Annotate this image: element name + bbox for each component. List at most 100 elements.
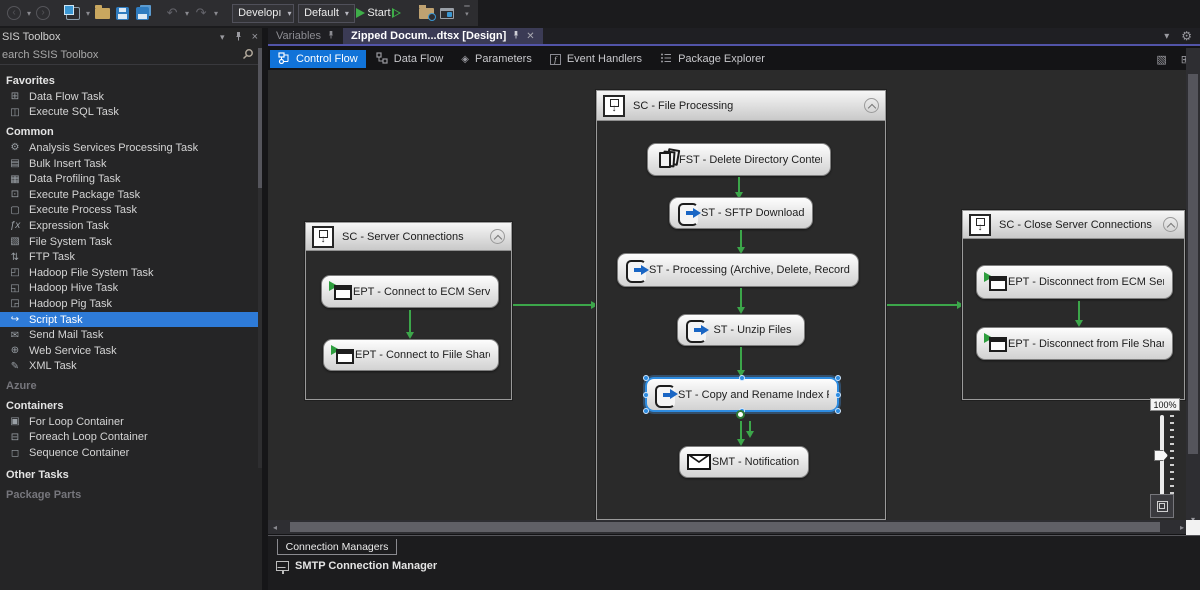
new-project-button[interactable] (64, 3, 81, 23)
selection-handle[interactable] (835, 391, 841, 398)
window-position-button[interactable]: ▾ (220, 32, 225, 43)
precedence-arrow[interactable] (737, 288, 745, 314)
connection-managers-tab[interactable]: Connection Managers (277, 539, 397, 555)
toolbox-item-expression[interactable]: ƒx Expression Task (0, 218, 262, 234)
precedence-arrow[interactable] (1075, 301, 1083, 327)
gear-icon[interactable]: ⚙ (1181, 29, 1192, 43)
undo-button[interactable]: ↶ (164, 3, 180, 23)
selection-handle[interactable] (835, 408, 841, 414)
open-file-button[interactable] (94, 3, 110, 23)
collapse-chevron-icon[interactable] (1163, 217, 1178, 232)
toolbox-item-send-mail[interactable]: ✉ Send Mail Task (0, 327, 262, 343)
tab-parameters[interactable]: ◈ Parameters (453, 50, 540, 68)
selection-handle[interactable] (739, 375, 745, 381)
toolbox-item-script-task[interactable]: ↪ Script Task (0, 311, 262, 328)
task-disconnect-file-share[interactable]: EPT - Disconnect from File Share (976, 327, 1173, 360)
toolbox-item-web-service[interactable]: ⊕ Web Service Task (0, 343, 262, 359)
pin-icon[interactable] (234, 31, 243, 43)
toolbox-item-foreach-loop[interactable]: ⊟ Foreach Loop Container (0, 430, 262, 446)
toolbox-search-input[interactable]: earch SSIS Toolbox (0, 46, 262, 65)
close-icon[interactable]: × (252, 31, 258, 43)
precedence-arrow[interactable] (737, 230, 745, 254)
selection-handle[interactable] (643, 375, 649, 381)
task-processing-archive-delete-log[interactable]: ST - Processing (Archive, Delete, Record… (617, 253, 859, 287)
connection-manager-item[interactable]: SMTP Connection Manager (276, 560, 437, 574)
task-disconnect-ecm-server[interactable]: EPT - Disconnect from ECM Server (976, 265, 1173, 299)
precedence-arrow[interactable] (406, 310, 414, 339)
annotations-icon[interactable]: ▧ (1156, 53, 1166, 66)
toolbox-item-for-loop[interactable]: ▣ For Loop Container (0, 414, 262, 430)
toolbox-group-common[interactable]: Common (0, 124, 262, 140)
precedence-arrow[interactable] (737, 421, 745, 446)
horizontal-scrollbar[interactable]: ◂ ▸ (268, 520, 1186, 534)
toolbox-item-xml[interactable]: ✎ XML Task (0, 359, 262, 375)
find-in-files-button[interactable] (419, 3, 437, 23)
toolbox-group-package-parts[interactable]: Package Parts (0, 487, 262, 503)
navigate-back-button[interactable]: ‹ (6, 3, 22, 23)
selection-handle[interactable] (835, 375, 841, 381)
tab-package-document[interactable]: Zipped Docum...dtsx [Design] ✕ (343, 28, 543, 44)
toolbox-item-data-profiling[interactable]: ▦ Data Profiling Task (0, 171, 262, 187)
toolbox-group-favorites[interactable]: Favorites (0, 73, 262, 89)
toolbox-item-analysis-services[interactable]: ⚙ Analysis Services Processing Task (0, 140, 262, 156)
toolbox-item-execute-process[interactable]: ▢ Execute Process Task (0, 203, 262, 219)
tab-data-flow[interactable]: Data Flow (368, 50, 452, 68)
pin-icon[interactable] (327, 30, 335, 42)
connector-anchor-dot[interactable] (736, 410, 745, 419)
toolbox-item-file-system[interactable]: ▧ File System Task (0, 234, 262, 250)
precedence-arrow[interactable] (737, 347, 745, 377)
scrollbar-thumb[interactable] (1188, 74, 1198, 454)
toolbox-group-other-tasks[interactable]: Other Tasks (0, 467, 262, 483)
tab-variables[interactable]: Variables (268, 28, 343, 44)
configuration-mode-combo[interactable]: Developı ▾ (232, 3, 295, 23)
zoom-fit-button[interactable] (1150, 494, 1174, 518)
task-connect-ecm-server[interactable]: EPT - Connect to ECM Server (321, 275, 499, 308)
tab-package-explorer[interactable]: Package Explorer (652, 50, 773, 68)
precedence-arrow[interactable] (512, 301, 598, 309)
task-delete-directory-contents[interactable]: FST - Delete Directory Contents (647, 143, 831, 176)
redo-button[interactable]: ↷ (193, 3, 209, 23)
toolbox-item-sequence-container[interactable]: ◻ Sequence Container (0, 445, 262, 461)
container-file-processing[interactable]: ↓ SC - File Processing FST - Delete Dire… (596, 90, 886, 520)
toolbox-group-azure[interactable]: Azure (0, 378, 262, 394)
chevron-down-icon[interactable]: ▾ (1164, 31, 1169, 42)
selection-handle[interactable] (643, 408, 649, 414)
save-all-button[interactable] (134, 3, 150, 23)
task-smt-notification[interactable]: SMT - Notification (679, 446, 809, 478)
toolbox-item-hadoop-file-system[interactable]: ◰ Hadoop File System Task (0, 265, 262, 281)
toolbox-item-hadoop-pig[interactable]: ◲ Hadoop Pig Task (0, 296, 262, 312)
toolbox-group-containers[interactable]: Containers (0, 398, 262, 414)
precedence-arrow[interactable] (746, 421, 754, 438)
container-server-connections[interactable]: ↓ SC - Server Connections EPT - Connect … (305, 222, 512, 400)
start-debug-button[interactable]: Start ▾ (356, 3, 398, 23)
toolbar-overflow-button[interactable]: ▔ ▾ (459, 3, 475, 23)
collapse-chevron-icon[interactable] (864, 98, 879, 113)
task-unzip-files[interactable]: ST - Unzip Files (677, 314, 805, 346)
toolbox-item-bulk-insert[interactable]: ▤ Bulk Insert Task (0, 156, 262, 172)
tab-control-flow[interactable]: Control Flow (270, 50, 366, 68)
toolbox-item-execute-sql-task[interactable]: ◫ Execute SQL Task (0, 105, 262, 121)
toolbox-item-hadoop-hive[interactable]: ◱ Hadoop Hive Task (0, 281, 262, 297)
zoom-slider-handle[interactable] (1154, 450, 1168, 461)
task-sftp-download[interactable]: ST - SFTP Download (669, 197, 813, 229)
selection-handle[interactable] (643, 391, 649, 398)
toolbox-item-execute-package[interactable]: ⊡ Execute Package Task (0, 187, 262, 203)
collapse-chevron-icon[interactable] (490, 229, 505, 244)
task-connect-file-share[interactable]: EPT - Connect to Fiile Share (323, 339, 499, 371)
start-without-debug-button[interactable] (389, 3, 405, 23)
search-icon[interactable] (242, 48, 254, 63)
new-window-button[interactable] (439, 3, 455, 23)
task-copy-rename-index-file[interactable]: ST - Copy and Rename Index File (643, 375, 841, 414)
solution-config-combo[interactable]: Default ▾ (298, 3, 355, 23)
precedence-arrow[interactable] (735, 177, 743, 199)
scrollbar-thumb[interactable] (290, 522, 1160, 532)
close-icon[interactable]: ✕ (526, 31, 534, 42)
scroll-right-icon[interactable]: ▸ (1180, 523, 1184, 532)
vertical-scrollbar[interactable]: ▾▾ (1186, 48, 1200, 534)
control-flow-canvas[interactable]: ↓ SC - Server Connections EPT - Connect … (268, 70, 1186, 520)
scroll-left-icon[interactable]: ◂ (268, 523, 282, 532)
navigate-forward-button[interactable]: › (35, 3, 51, 23)
save-button[interactable] (114, 3, 130, 23)
toolbox-item-ftp[interactable]: ⇅ FTP Task (0, 249, 262, 265)
container-close-server-connections[interactable]: ↓ SC - Close Server Connections EPT - Di… (962, 210, 1185, 400)
